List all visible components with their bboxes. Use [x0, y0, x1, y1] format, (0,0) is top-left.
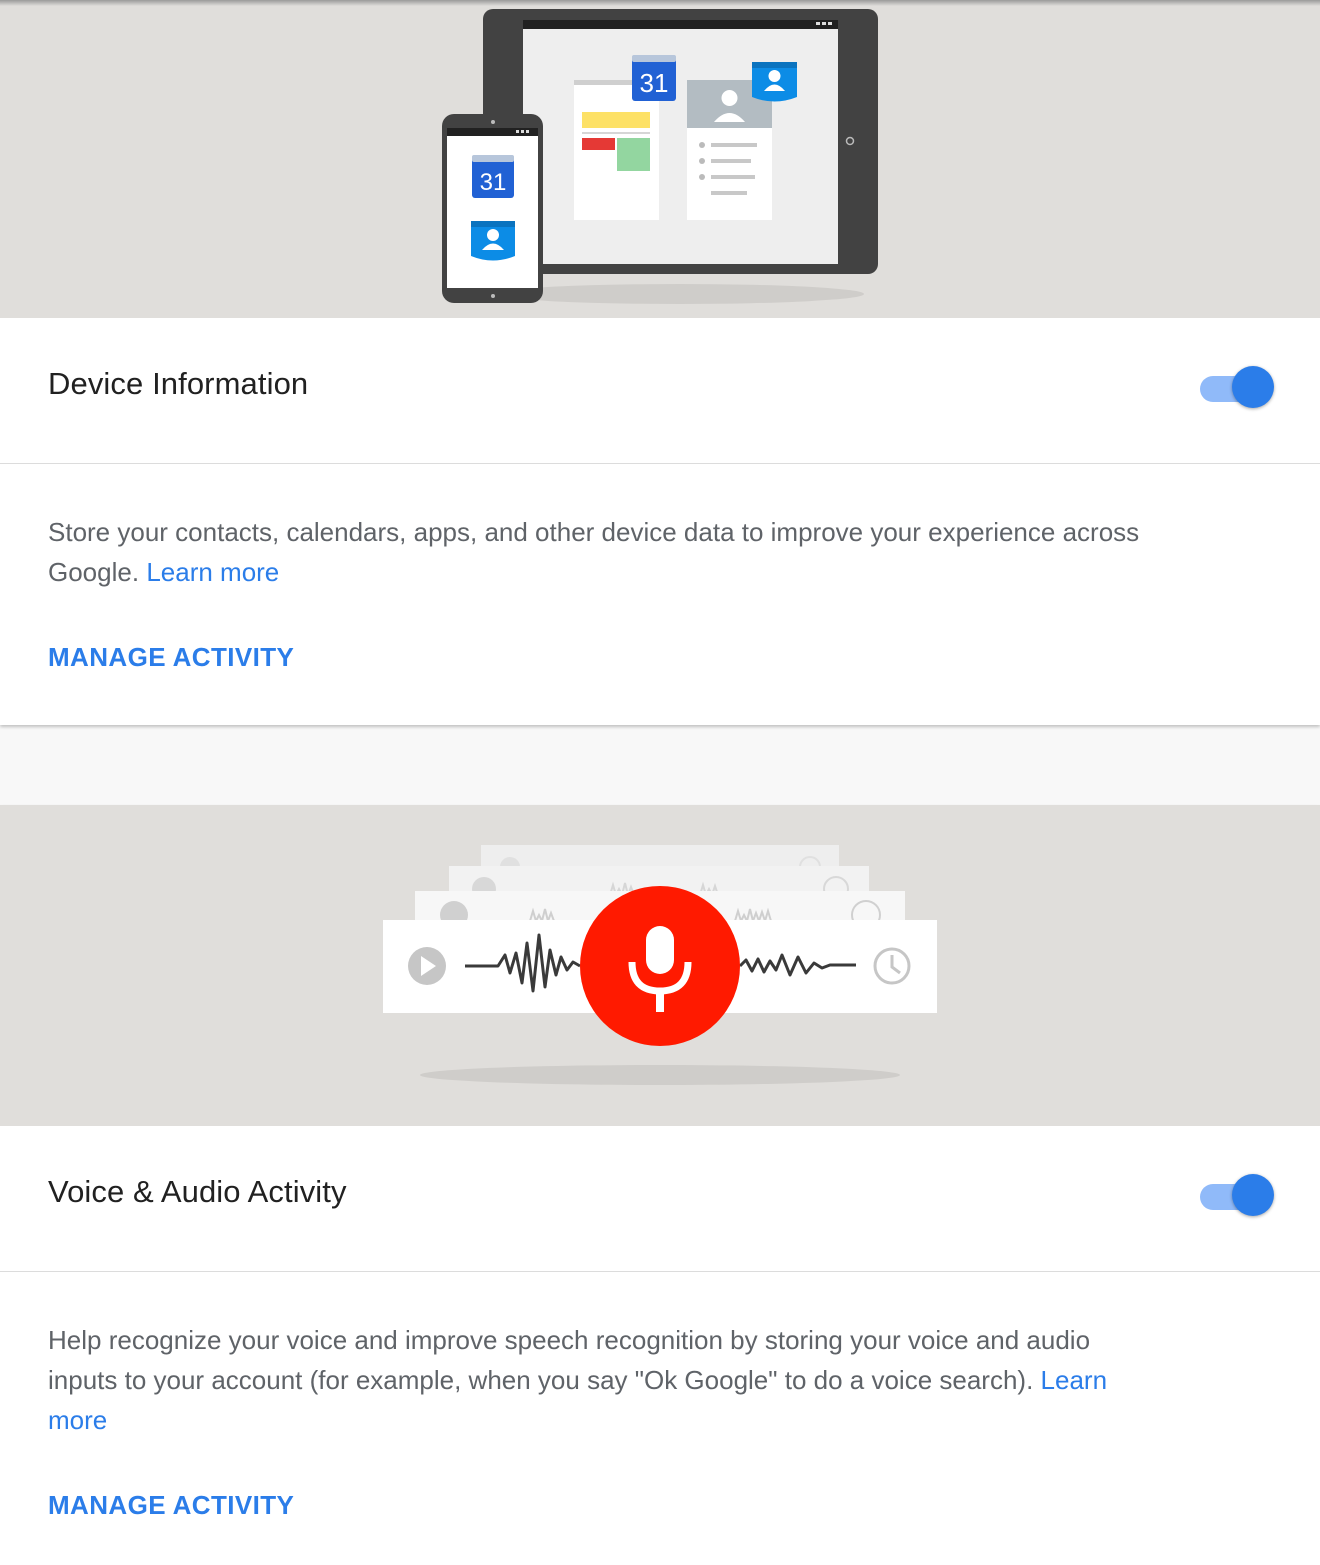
voice-audio-title: Voice & Audio Activity [48, 1174, 347, 1209]
voice-shadow [420, 1065, 900, 1085]
voice-audio-toggle[interactable] [1198, 1174, 1276, 1216]
contacts-icon [752, 62, 797, 102]
svg-text:31: 31 [640, 68, 669, 98]
microphone-icon [580, 886, 740, 1046]
phone-icon: 31 [442, 114, 543, 303]
voice-audio-header: Voice & Audio Activity [0, 1126, 1320, 1272]
device-illustration: 31 31 [0, 0, 1320, 318]
device-shadow [496, 284, 864, 304]
manage-activity-button[interactable]: MANAGE ACTIVITY [48, 642, 294, 673]
toggle-thumb [1232, 1174, 1274, 1216]
device-information-header: Device Information [0, 318, 1320, 464]
voice-illustration [0, 805, 1320, 1126]
device-information-toggle[interactable] [1198, 366, 1276, 408]
play-icon [408, 947, 446, 985]
top-shadow [0, 0, 1320, 6]
voice-audio-card: Voice & Audio Activity Help recognize yo… [0, 805, 1320, 1565]
toggle-thumb [1232, 366, 1274, 408]
svg-text:31: 31 [480, 169, 507, 196]
description-text: Help recognize your voice and improve sp… [48, 1325, 1091, 1395]
voice-audio-description: Help recognize your voice and improve sp… [48, 1320, 1148, 1440]
manage-activity-button[interactable]: MANAGE ACTIVITY [48, 1490, 294, 1521]
calendar-icon: 31 [632, 55, 676, 101]
device-information-title: Device Information [48, 366, 309, 401]
device-information-description: Store your contacts, calendars, apps, an… [48, 512, 1148, 592]
learn-more-link[interactable]: Learn more [146, 557, 279, 587]
device-information-card: 31 31 Device Information Store your cont… [0, 0, 1320, 725]
